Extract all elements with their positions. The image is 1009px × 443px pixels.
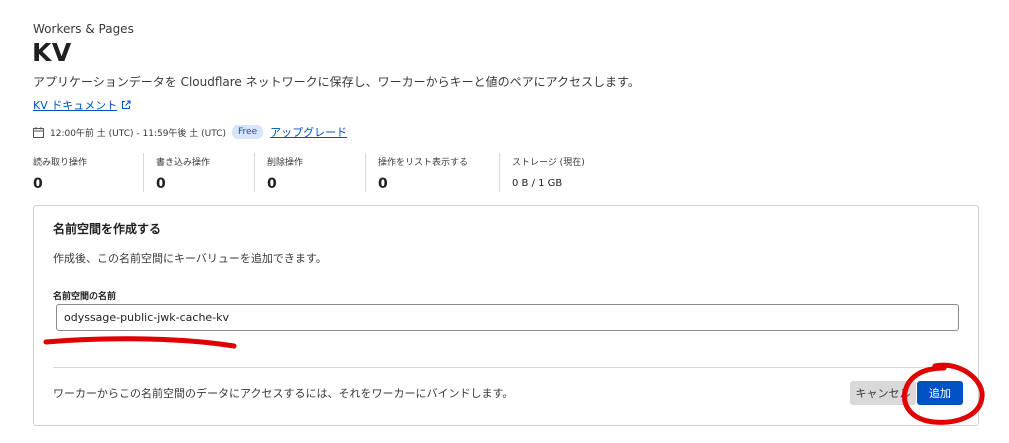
add-button[interactable]: 追加 <box>917 381 963 405</box>
kv-docs-link[interactable]: KV ドキュメント <box>33 97 131 113</box>
kv-docs-link-label: KV ドキュメント <box>33 99 118 112</box>
usage-period-row: 12:00午前 土 (UTC) - 11:59午後 土 (UTC) Free ア… <box>33 124 347 140</box>
divider <box>53 367 959 368</box>
page-title: KV <box>32 38 72 67</box>
stat-label: 書き込み操作 <box>156 158 211 168</box>
breadcrumb[interactable]: Workers & Pages <box>33 22 134 36</box>
stat-storage: ストレージ (現在) 0 B / 1 GB <box>500 153 611 192</box>
upgrade-link[interactable]: アップグレード <box>270 124 347 140</box>
stat-label: ストレージ (現在) <box>512 158 585 168</box>
stat-value: 0 <box>267 176 277 192</box>
stat-read-ops: 読み取り操作 0 <box>33 153 144 192</box>
external-link-icon <box>122 100 131 109</box>
stat-value: 0 <box>156 176 166 192</box>
stat-write-ops: 書き込み操作 0 <box>144 153 255 192</box>
namespace-name-input[interactable] <box>56 304 959 331</box>
stat-value: 0 <box>378 176 388 192</box>
stat-label: 削除操作 <box>267 158 304 168</box>
stat-label: 操作をリスト表示する <box>378 158 469 168</box>
usage-stats: 読み取り操作 0 書き込み操作 0 削除操作 0 操作をリスト表示する 0 スト… <box>33 153 611 192</box>
stat-value: 0 B / 1 GB <box>512 178 563 189</box>
create-namespace-panel: 名前空間を作成する 作成後、この名前空間にキーバリューを追加できます。 名前空間… <box>33 205 979 426</box>
panel-description: 作成後、この名前空間にキーバリューを追加できます。 <box>53 252 327 265</box>
stat-label: 読み取り操作 <box>33 158 88 168</box>
usage-period-text: 12:00午前 土 (UTC) - 11:59午後 土 (UTC) <box>50 128 227 139</box>
plan-badge: Free <box>232 125 264 139</box>
bind-hint-text: ワーカーからこの名前空間のデータにアクセスするには、それをワーカーにバインドしま… <box>53 387 514 400</box>
page-description: アプリケーションデータを Cloudflare ネットワークに保存し、ワーカーか… <box>33 75 640 89</box>
namespace-name-label: 名前空間の名前 <box>53 292 117 302</box>
stat-delete-ops: 削除操作 0 <box>255 153 366 192</box>
calendar-icon <box>33 126 44 138</box>
stat-list-ops: 操作をリスト表示する 0 <box>366 153 500 192</box>
panel-title: 名前空間を作成する <box>53 222 162 236</box>
cancel-button[interactable]: キャンセル <box>850 381 916 405</box>
stat-value: 0 <box>33 176 43 192</box>
